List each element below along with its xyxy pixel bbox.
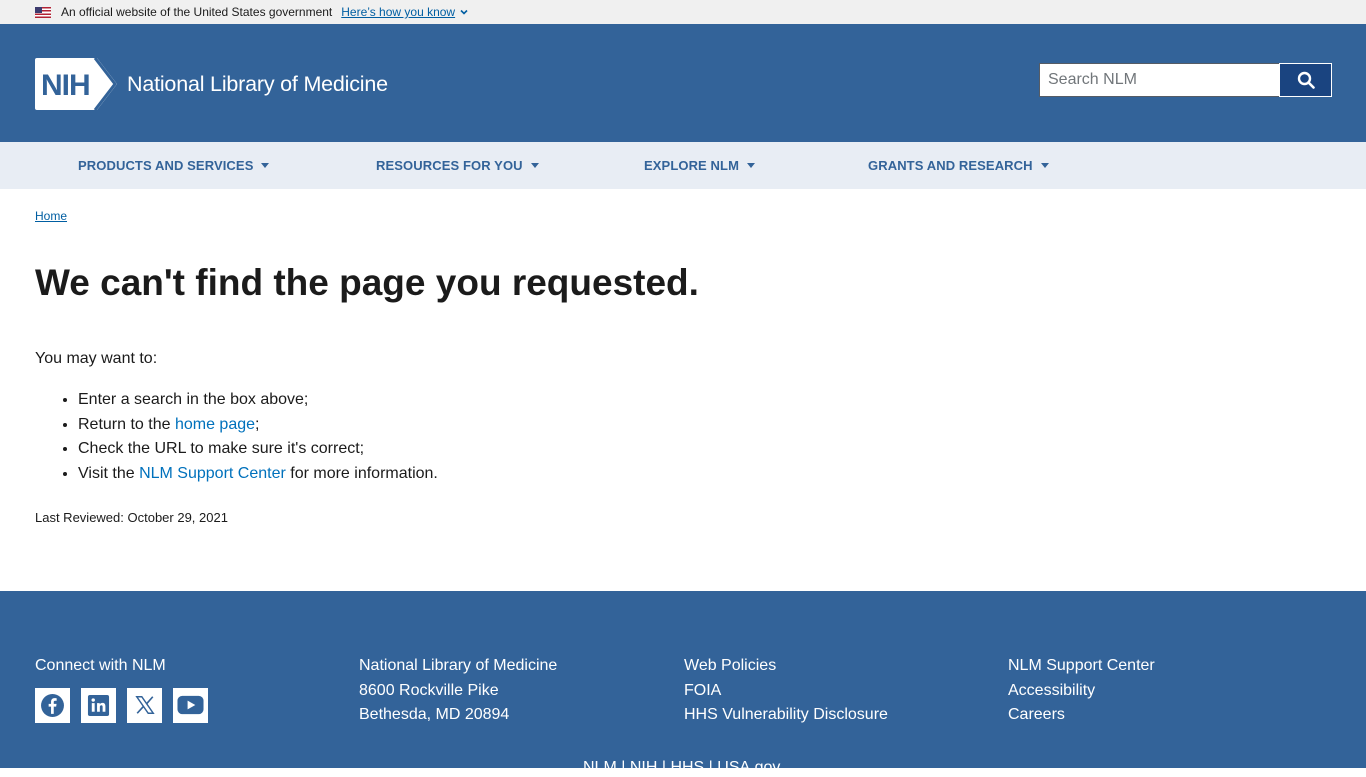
intro-text: You may want to: [35,350,158,367]
footer-connect: Connect with NLM [35,654,219,723]
page-title: We can't find the page you requested. [35,262,699,303]
nav-item-label: PRODUCTS AND SERVICES [78,158,254,173]
suggestions-list: Enter a search in the box above; Return … [78,388,1366,486]
youtube-link[interactable] [173,687,208,723]
search-button[interactable] [1279,63,1332,97]
connect-heading: Connect with NLM [35,657,166,674]
footer-support: NLM Support Center Accessibility Careers [1008,654,1155,728]
nih-logo-icon: NIH [35,58,117,110]
breadcrumb-home-link[interactable]: Home [35,209,67,223]
nav-explore-nlm[interactable]: EXPLORE NLM [644,142,755,189]
caret-down-icon [261,163,270,168]
address-line: 8600 Rockville Pike [359,681,499,699]
careers-link[interactable]: Careers [1008,703,1155,728]
nlm-logo-link[interactable]: NIH National Library of Medicine [35,58,388,110]
hhs-vulnerability-disclosure-link[interactable]: HHS Vulnerability Disclosure [684,703,888,728]
home-page-link[interactable]: home page [175,416,255,433]
suggestion-home-suffix: ; [255,415,260,433]
suggestion-support-suffix: for more information. [285,464,438,482]
x-link[interactable] [127,687,162,723]
accessibility-link[interactable]: Accessibility [1008,679,1155,704]
footer-address: National Library of Medicine 8600 Rockvi… [359,654,557,728]
list-item: Enter a search in the box above; [78,388,1366,413]
list-item: Return to the home page; [78,413,1366,438]
facebook-icon [41,693,64,717]
suggestion-url-text: Check the URL to make sure it's correct; [78,440,365,457]
caret-down-icon [1040,163,1049,168]
site-footer: Connect with NLM National Library of Med… [0,591,1366,776]
facebook-link[interactable] [35,687,70,723]
x-icon [134,696,155,714]
logo-text: National Library of Medicine [127,71,388,96]
list-item: Visit the NLM Support Center for more in… [78,462,1366,487]
social-links [35,687,219,723]
address-line: National Library of Medicine [359,657,558,674]
list-item: Check the URL to make sure it's correct; [78,437,1366,462]
suggestion-search-text: Enter a search in the box above; [78,391,309,408]
nih-logo-text: NIH [41,69,90,102]
address-line: Bethesda, MD 20894 [359,706,510,723]
gov-banner: An official website of the United States… [0,0,1366,24]
chevron-down-icon [460,9,468,15]
us-flag-icon [35,6,51,18]
suggestion-home-prefix: Return to the [78,415,175,433]
suggestion-support-prefix: Visit the [78,464,140,482]
nav-grants-and-research[interactable]: GRANTS AND RESEARCH [868,142,1049,189]
search-icon [1297,71,1315,89]
gov-banner-text: An official website of the United States… [61,5,333,19]
nlm-support-center-link[interactable]: NLM Support Center [139,465,286,482]
search-input[interactable] [1039,63,1279,97]
heres-how-you-know-link[interactable]: Here’s how you know [341,5,469,19]
foia-link[interactable]: FOIA [684,679,888,704]
footer-policies: Web Policies FOIA HHS Vulnerability Disc… [684,654,888,728]
heres-how-you-know-label: Here’s how you know [341,5,456,19]
caret-down-icon [530,163,539,168]
footer-bottom-links: NLM | NIH | HHS | USA.gov [583,759,780,777]
nav-products-and-services[interactable]: PRODUCTS AND SERVICES [78,142,270,189]
search-form [1039,63,1332,97]
youtube-icon [177,695,204,715]
linkedin-link[interactable] [81,687,116,723]
nav-item-label: RESOURCES FOR YOU [376,158,523,173]
nlm-support-center-footer-link[interactable]: NLM Support Center [1008,654,1155,679]
site-header: NIH National Library of Medicine [0,24,1366,142]
linkedin-icon [87,694,110,716]
nav-resources-for-you[interactable]: RESOURCES FOR YOU [376,142,539,189]
last-reviewed: Last Reviewed: October 29, 2021 [35,510,228,525]
main-nav: PRODUCTS AND SERVICES RESOURCES FOR YOU … [0,142,1366,189]
main-content: Home We can't find the page you requeste… [0,209,1366,525]
breadcrumb: Home [35,209,1366,223]
nav-item-label: EXPLORE NLM [644,158,739,173]
nav-item-label: GRANTS AND RESEARCH [868,158,1033,173]
caret-down-icon [747,163,755,168]
web-policies-link[interactable]: Web Policies [684,654,888,679]
